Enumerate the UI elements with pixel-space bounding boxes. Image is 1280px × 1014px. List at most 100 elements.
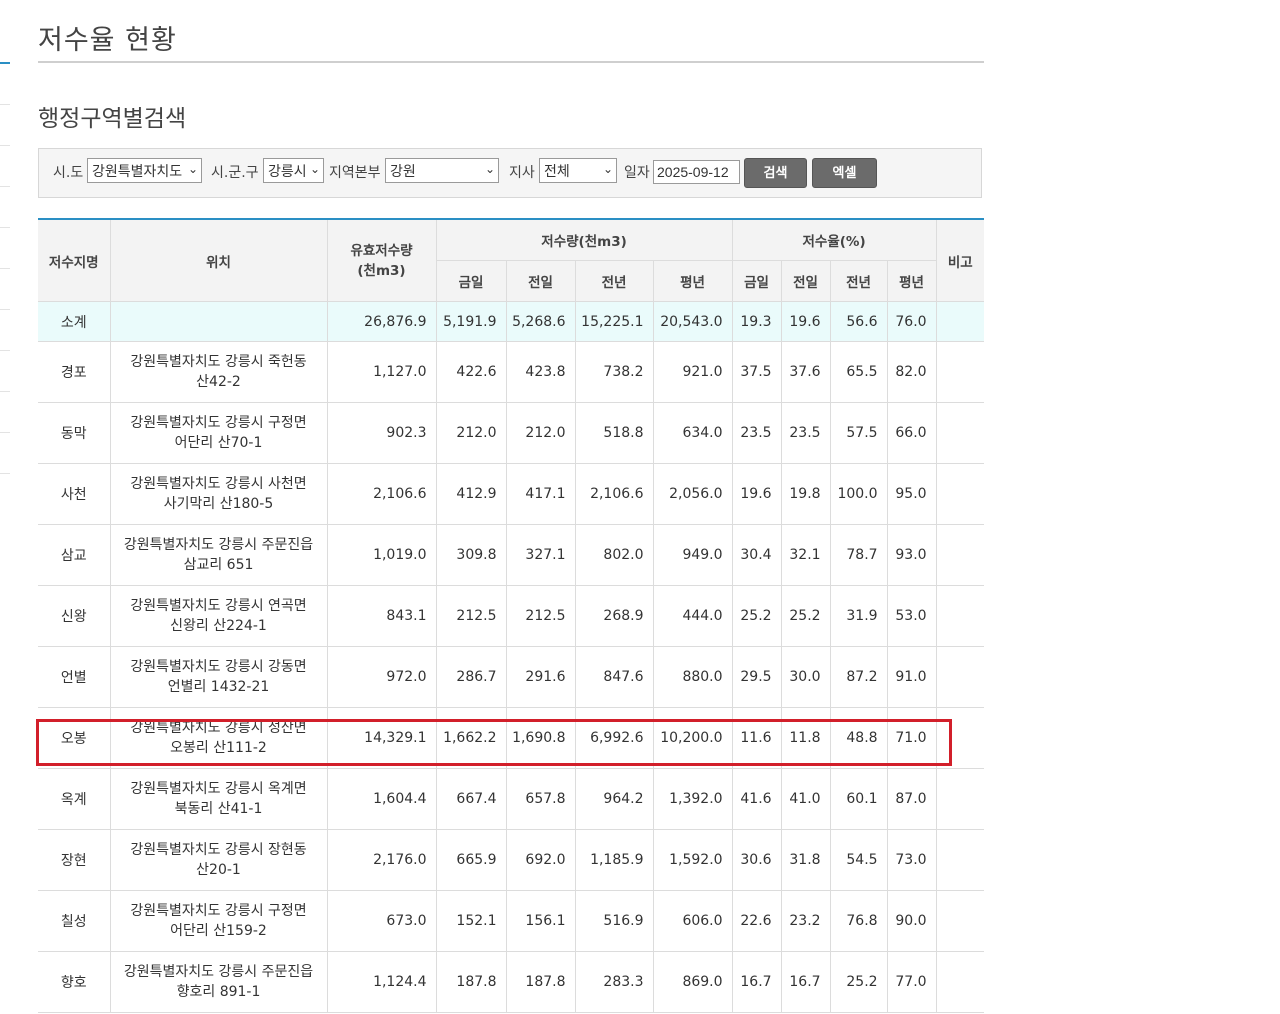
subtotal-rate-last-year: 56.6 (829, 301, 888, 342)
cell-volume-average: 606.0 (652, 890, 733, 952)
cell-rate-yesterday: 31.8 (780, 829, 831, 891)
search-button[interactable]: 검색 (744, 158, 807, 188)
reservoir-location: 강원특별자치도 강릉시 주문진읍 향호리 891-1 (109, 951, 328, 1013)
subtotal-volume-today: 5,191.9 (435, 301, 507, 342)
cell-rate-average: 95.0 (886, 463, 937, 525)
cell-note (935, 402, 985, 464)
branch-select[interactable]: 전체 ⌄ (539, 158, 617, 183)
date-input[interactable] (653, 160, 740, 184)
cell-note (935, 829, 985, 891)
table-row[interactable]: 오봉 강원특별자치도 강릉시 성산면 오봉리 산111-2 14,329.1 1,662… (38, 707, 985, 769)
cell-rate-last-year: 31.9 (829, 585, 888, 647)
reservoir-location: 강원특별자치도 강릉시 사천면 사기막리 산180-5 (109, 463, 328, 525)
cell-volume-yesterday: 187.8 (505, 951, 576, 1013)
cell-volume-yesterday: 212.5 (505, 585, 576, 647)
subtotal-rate-today: 19.3 (731, 301, 782, 342)
subtotal-volume-last-year: 15,225.1 (574, 301, 654, 342)
table-row[interactable]: 칠성 강원특별자치도 강릉시 구정면 어단리 산159-2 673.0 152.1 156… (38, 890, 985, 952)
table-row[interactable]: 사천 강원특별자치도 강릉시 사천면 사기막리 산180-5 2,106.6 412.9… (38, 463, 985, 525)
cell-rate-yesterday: 19.8 (780, 463, 831, 525)
cell-effective: 1,019.0 (326, 524, 437, 586)
sidebar-divider (0, 145, 10, 146)
cell-rate-yesterday: 16.7 (780, 951, 831, 1013)
cell-rate-average: 71.0 (886, 707, 937, 769)
cell-rate-average: 90.0 (886, 890, 937, 952)
sido-select[interactable]: 강원특별자치도 ⌄ (87, 158, 202, 183)
cell-rate-today: 19.6 (731, 463, 782, 525)
cell-volume-average: 634.0 (652, 402, 733, 464)
table-row[interactable]: 언별 강원특별자치도 강릉시 강동면 언별리 1432-21 972.0 286.7 29… (38, 646, 985, 708)
location-line1: 강원특별자치도 강릉시 주문진읍 (123, 537, 314, 553)
col-header-volume-last-year: 전년 (574, 260, 654, 302)
reservoir-table: 저수지명 위치 유효저수량 (천m3) 저수량(천m3) 저수율(%) 비고 금… (38, 218, 985, 1013)
sidebar-divider (0, 473, 10, 474)
cell-volume-today: 665.9 (435, 829, 507, 891)
location-line1: 강원특별자치도 강릉시 주문진읍 (123, 964, 314, 980)
cell-volume-today: 212.5 (435, 585, 507, 647)
location-line1: 강원특별자치도 강릉시 성산면 (130, 720, 307, 736)
location-line2: 산20-1 (196, 862, 241, 878)
cell-rate-last-year: 87.2 (829, 646, 888, 708)
table-row[interactable]: 경포 강원특별자치도 강릉시 죽헌동 산42-2 1,127.0 422.6 423.8 7… (38, 341, 985, 403)
cell-rate-average: 82.0 (886, 341, 937, 403)
reservoir-location: 강원특별자치도 강릉시 죽헌동 산42-2 (109, 341, 328, 403)
cell-volume-last-year: 518.8 (574, 402, 654, 464)
left-sidebar-edge (0, 0, 10, 1014)
cell-volume-average: 949.0 (652, 524, 733, 586)
cell-effective: 673.0 (326, 890, 437, 952)
table-row[interactable]: 삼교 강원특별자치도 강릉시 주문진읍 삼교리 651 1,019.0 309.8 327… (38, 524, 985, 586)
cell-rate-yesterday: 25.2 (780, 585, 831, 647)
table-row[interactable]: 동막 강원특별자치도 강릉시 구정면 어단리 산70-1 902.3 212.0 212.… (38, 402, 985, 464)
table-row[interactable]: 장현 강원특별자치도 강릉시 장현동 산20-1 2,176.0 665.9 692.0 1… (38, 829, 985, 891)
cell-volume-last-year: 738.2 (574, 341, 654, 403)
col-header-volume-today: 금일 (436, 260, 507, 302)
cell-rate-today: 37.5 (731, 341, 782, 403)
sidebar-divider (0, 391, 10, 392)
cell-note (935, 951, 985, 1013)
cell-volume-average: 1,392.0 (652, 768, 733, 830)
cell-volume-today: 412.9 (435, 463, 507, 525)
cell-volume-average: 2,056.0 (652, 463, 733, 525)
sigungu-label: 시.군.구 (211, 165, 259, 181)
reservoir-name: 옥계 (38, 768, 111, 830)
cell-rate-yesterday: 23.2 (780, 890, 831, 952)
cell-rate-yesterday: 41.0 (780, 768, 831, 830)
cell-volume-last-year: 964.2 (574, 768, 654, 830)
cell-volume-today: 286.7 (435, 646, 507, 708)
reservoir-name: 신왕 (38, 585, 111, 647)
chevron-down-icon: ⌄ (602, 162, 613, 176)
sigungu-select[interactable]: 강릉시 ⌄ (263, 158, 324, 183)
sidebar-divider (0, 268, 10, 269)
location-line1: 강원특별자치도 강릉시 강동면 (130, 659, 307, 675)
cell-rate-yesterday: 37.6 (780, 341, 831, 403)
reservoir-location: 강원특별자치도 강릉시 구정면 어단리 산70-1 (109, 402, 328, 464)
cell-effective: 14,329.1 (326, 707, 437, 769)
region-select[interactable]: 강원 ⌄ (385, 158, 499, 183)
location-line1: 강원특별자치도 강릉시 옥계면 (130, 781, 307, 797)
subtotal-label: 소계 (38, 301, 111, 342)
reservoir-location: 강원특별자치도 강릉시 연곡면 신왕리 산224-1 (109, 585, 328, 647)
col-header-rate-last-year: 전년 (829, 260, 888, 302)
location-line2: 어단리 산159-2 (170, 923, 267, 939)
cell-volume-last-year: 268.9 (574, 585, 654, 647)
cell-effective: 1,124.4 (326, 951, 437, 1013)
cell-rate-yesterday: 11.8 (780, 707, 831, 769)
reservoir-location: 강원특별자치도 강릉시 강동면 언별리 1432-21 (109, 646, 328, 708)
region-label: 지역본부 (329, 165, 381, 181)
location-line1: 강원특별자치도 강릉시 구정면 (130, 903, 307, 919)
sidebar-divider (0, 350, 10, 351)
sidebar-active-marker (0, 62, 10, 64)
cell-rate-average: 66.0 (886, 402, 937, 464)
subtotal-note (935, 301, 985, 342)
cell-rate-today: 16.7 (731, 951, 782, 1013)
table-row[interactable]: 향호 강원특별자치도 강릉시 주문진읍 향호리 891-1 1,124.4 187.8 1… (38, 951, 985, 1013)
cell-volume-average: 444.0 (652, 585, 733, 647)
table-row[interactable]: 신왕 강원특별자치도 강릉시 연곡면 신왕리 산224-1 843.1 212.5 212… (38, 585, 985, 647)
page-title: 저수율 현황 (38, 25, 177, 56)
cell-volume-average: 921.0 (652, 341, 733, 403)
cell-volume-last-year: 802.0 (574, 524, 654, 586)
cell-rate-average: 91.0 (886, 646, 937, 708)
excel-button[interactable]: 엑셀 (812, 158, 877, 188)
table-row[interactable]: 옥계 강원특별자치도 강릉시 옥계면 북동리 산41-1 1,604.4 667.4 65… (38, 768, 985, 830)
reservoir-name: 경포 (38, 341, 111, 403)
